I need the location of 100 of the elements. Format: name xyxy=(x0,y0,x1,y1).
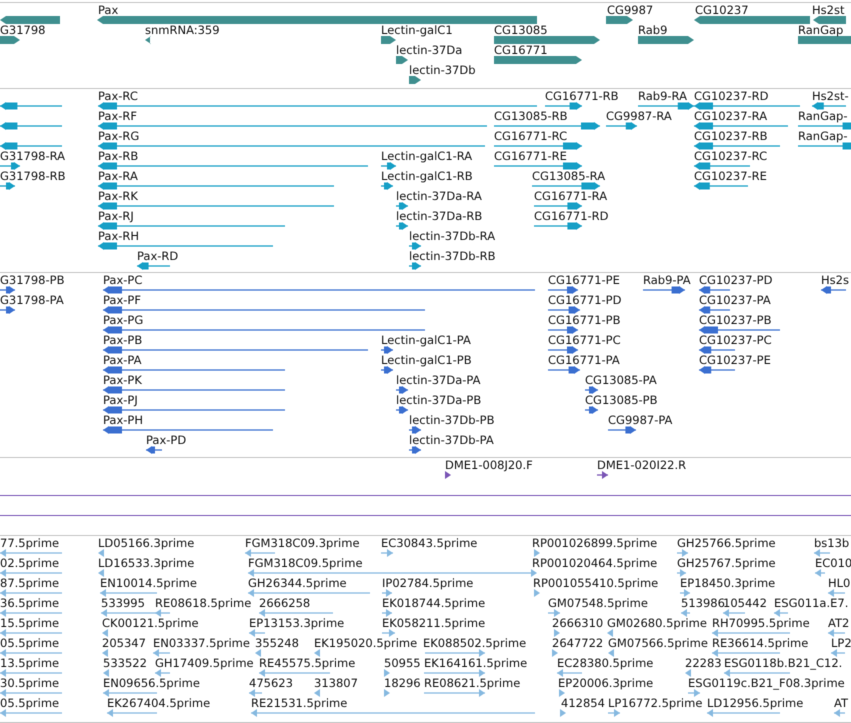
feature-label: GM07566.5prime xyxy=(608,636,708,650)
feature-label: G31798 xyxy=(0,23,46,37)
feature-label: HL0 xyxy=(828,576,850,590)
feature-label: ESG0118b.B21_C12. xyxy=(724,656,842,670)
feature-label: GH25767.5prime xyxy=(677,556,776,570)
feature-label: RanGap xyxy=(798,23,844,37)
feature-label: Rab9-RA xyxy=(638,89,687,103)
feature-label: CG10237-PA xyxy=(699,293,771,307)
feature-label: Pax-RB xyxy=(98,149,138,163)
feature-label: CG13085-PB xyxy=(585,393,658,407)
feature-label: EK164161.5prime xyxy=(424,656,528,670)
feature-label: AT xyxy=(834,696,848,710)
feature-label: CG16771-PC xyxy=(548,333,621,347)
feature-label: EC30843.5prime xyxy=(381,536,478,550)
feature-label: EN09656.5prime xyxy=(103,676,200,690)
feature-label: CG13085-RB xyxy=(494,109,568,123)
feature-label: G31798-PA xyxy=(0,293,64,307)
feature-label: CG9987-RA xyxy=(606,109,672,123)
feature-label: lectin-37Db-PB xyxy=(409,413,494,427)
feature-label: Lectin-galC1 xyxy=(381,23,453,37)
feature-label: DME1-008J20.F xyxy=(445,458,533,472)
feature-label: CG10237-RE xyxy=(694,169,767,183)
feature-label: GH25766.5prime xyxy=(677,536,776,550)
feature-label: G31798-PB xyxy=(0,273,64,287)
feature-label: ESG011a.E7. xyxy=(774,596,848,610)
feature-label: Pax-RJ xyxy=(98,209,134,223)
feature-label: RE08618.5prime xyxy=(155,596,252,610)
feature-label: RP001026899.5prime xyxy=(532,536,658,550)
feature-label: LD16533.3prime xyxy=(98,556,194,570)
feature-label: G31798-RA xyxy=(0,149,66,163)
feature-label: CG10237-RA xyxy=(694,109,768,123)
feature-label: LD05166.3prime xyxy=(98,536,194,550)
feature-label: EK058211.5prime xyxy=(382,616,486,630)
feature-label: lectin-37Da-RB xyxy=(396,209,482,223)
feature-label: 105442 xyxy=(723,596,767,610)
feature-label: CG10237-PE xyxy=(699,353,771,367)
feature-label: 313807 xyxy=(314,676,358,690)
feature-label: EK018744.5prime xyxy=(382,596,486,610)
feature-label: Pax-PF xyxy=(103,293,141,307)
feature-label: Pax-PD xyxy=(146,433,186,447)
feature-label: CG16771-RC xyxy=(494,129,568,143)
feature-label: EP18450.3prime xyxy=(680,576,776,590)
feature-label: lectin-37Db-PA xyxy=(409,433,494,447)
feature-label: CG10237-RB xyxy=(694,129,768,143)
feature-label: CG16771-PD xyxy=(548,293,622,307)
feature-label: CG10237-RD xyxy=(694,89,769,103)
feature-label: EK088502.5prime xyxy=(423,636,526,650)
feature-label: snmRNA:359 xyxy=(145,23,220,37)
feature-label: 77.5prime xyxy=(0,536,60,550)
feature-label: Rab9-PA xyxy=(643,273,691,287)
feature-label: Pax-RH xyxy=(98,229,140,243)
feature-label: CG10237-PC xyxy=(699,333,772,347)
feature-label: 05.5prime xyxy=(0,696,60,710)
feature-label: Hs2s xyxy=(821,273,849,287)
feature-label: FGM318C09.3prime xyxy=(245,536,360,550)
feature-label: Pax-PA xyxy=(103,353,142,367)
feature-label: RE36614.5prime xyxy=(712,636,808,650)
feature-label: 36.5prime xyxy=(0,596,60,610)
feature-label: CK00121.5prime xyxy=(102,616,199,630)
feature-label: CG10237-PB xyxy=(699,313,772,327)
feature-label: 412854 xyxy=(561,696,605,710)
feature-label: RE45575.5prime xyxy=(259,656,356,670)
feature-label: 2666310 xyxy=(552,616,604,630)
feature-label: CG13085 xyxy=(494,23,548,37)
feature-label: EK195020.5prime xyxy=(314,636,418,650)
feature-label: lectin-37Da xyxy=(396,43,462,57)
feature-label: Pax-PH xyxy=(103,413,144,427)
feature-label: lectin-37Da-PA xyxy=(396,373,480,387)
feature-label: Pax xyxy=(98,3,118,17)
feature-label: RP001055410.5prime xyxy=(533,576,658,590)
feature-label: Lectin-galC1-PB xyxy=(381,353,472,367)
feature-label: lectin-37Da-PB xyxy=(396,393,482,407)
feature-label: CG16771-RA xyxy=(534,189,608,203)
feature-label: Pax-PG xyxy=(103,313,144,327)
feature-label: 87.5prime xyxy=(0,576,60,590)
feature-label: 22283 xyxy=(685,656,722,670)
feature-label: 475623 xyxy=(249,676,293,690)
feature-label: 355248 xyxy=(255,636,299,650)
feature-label: Lectin-galC1-RB xyxy=(381,169,473,183)
feature-label: 30.5prime xyxy=(0,676,60,690)
feature-label: EP20006.3prime xyxy=(558,676,654,690)
feature-label: Pax-RF xyxy=(98,109,138,123)
feature-label: IP02784.5prime xyxy=(382,576,474,590)
feature-label: 513986 xyxy=(681,596,725,610)
feature-label: Pax-RD xyxy=(137,249,178,263)
feature-label: CG16771-PA xyxy=(548,353,620,367)
feature-label: CG16771-PB xyxy=(548,313,620,327)
feature-label: G31798-RB xyxy=(0,169,66,183)
feature-label: EN03337.5prime xyxy=(153,636,250,650)
feature-label: CG16771-RD xyxy=(534,209,609,223)
feature-label: Lectin-galC1-RA xyxy=(381,149,472,163)
feature-label: Pax-PC xyxy=(103,273,142,287)
feature-label: Hs2st xyxy=(812,3,844,17)
feature-label: RanGap- xyxy=(798,109,848,123)
feature-label: Lectin-galC1-PA xyxy=(381,333,471,347)
feature-label: 13.5prime xyxy=(0,656,60,670)
feature-label: GM02680.5prime xyxy=(607,616,707,630)
feature-label: lectin-37Db xyxy=(409,63,476,77)
feature-label: Hs2st- xyxy=(812,89,849,103)
feature-label: Pax-RK xyxy=(98,189,138,203)
